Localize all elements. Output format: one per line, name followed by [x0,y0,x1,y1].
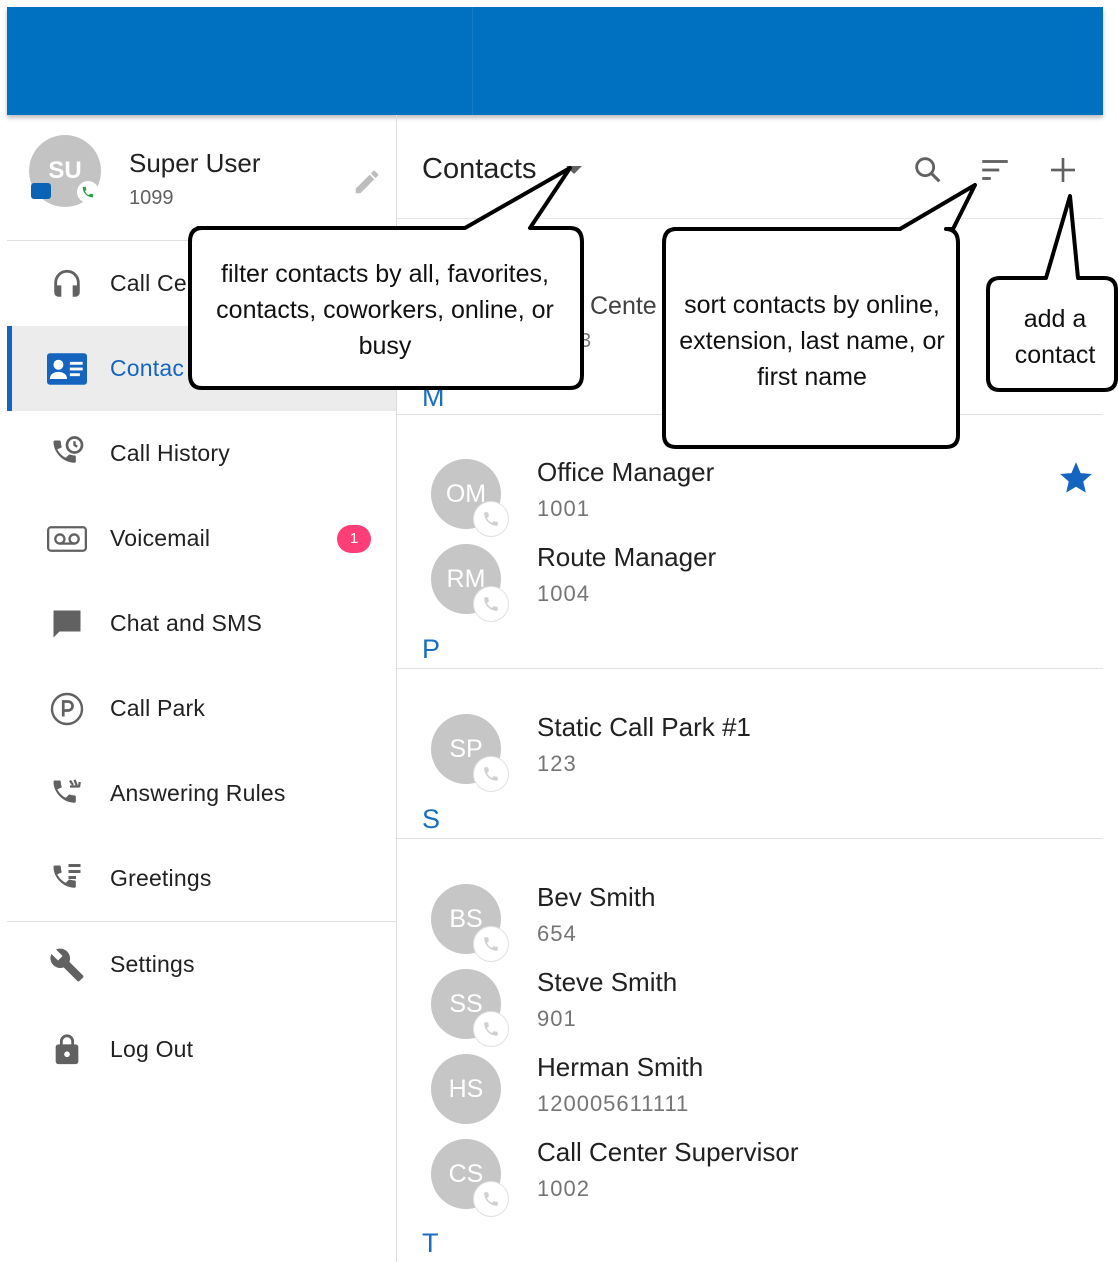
avatar: SU [29,135,101,207]
contact-row[interactable]: SS Steve Smith 901 [397,965,1103,1049]
app-top-bar [7,7,1103,115]
contact-extension: 654 [537,921,577,946]
sidebar-item-greetings[interactable]: Greetings [7,836,396,921]
sidebar-item-label: Chat and SMS [110,610,262,636]
sidebar-item-call-park[interactable]: Call Park [7,666,396,751]
sidebar-item-label: Call History [110,440,230,466]
sidebar-item-log-out[interactable]: Log Out [7,1007,396,1092]
contact-row[interactable]: OM Office Manager 1001 [397,455,1103,539]
contact-row[interactable]: SP Static Call Park #1 123 [397,710,1103,794]
greetings-icon [47,859,87,899]
add-callout-text: add a contact [1014,305,1096,369]
section-divider [397,838,1103,839]
answering-rules-icon [47,774,87,814]
section-letter-t: T [422,1228,439,1258]
phone-status-icon [77,181,99,203]
contact-row[interactable]: HS Herman Smith 120005611111 [397,1050,1103,1134]
profile-extension: 1099 [129,187,174,209]
contact-name: Bev Smith [537,882,656,912]
contact-extension: 120005611111 [537,1091,690,1116]
chat-status-icon [31,183,51,199]
sidebar-item-label: Log Out [110,1036,194,1062]
partial-contact-name: Cente [590,292,657,320]
sidebar-item-voicemail[interactable]: Voicemail 1 [7,496,396,581]
sidebar-item-label: Greetings [110,865,212,891]
contact-row[interactable]: RM Route Manager 1004 [397,540,1103,624]
phone-icon [473,586,509,622]
unread-badge: 1 [337,524,371,553]
avatar-initials: SU [48,157,82,184]
sidebar-item-label: Voicemail [110,525,211,551]
parking-icon [47,689,87,729]
section-letter-p: P [422,634,441,664]
phone-icon [473,1181,509,1217]
wrench-icon [47,945,87,985]
contact-row[interactable]: BS Bev Smith 654 [397,880,1103,964]
sidebar-item-chat-sms[interactable]: Chat and SMS [7,581,396,666]
plus-icon[interactable] [1043,150,1083,190]
contact-name: Static Call Park #1 [537,712,751,742]
contact-extension: 1001 [537,496,590,521]
phone-icon [473,1011,509,1047]
section-divider [397,668,1103,669]
favorite-star-icon[interactable] [1057,459,1095,497]
filter-callout-text: filter contacts by all, favorites, conta… [216,260,554,360]
contact-name: Steve Smith [537,967,678,997]
sidebar-item-label: Call Ce [110,270,187,296]
voicemail-icon [47,519,87,559]
sidebar-item-label: Contac [110,355,185,381]
sidebar-item-settings[interactable]: Settings [7,922,396,1007]
contact-avatar: HS [431,1054,501,1124]
sort-icon[interactable] [975,150,1015,190]
lock-icon [47,1030,87,1070]
contacts-card-icon [47,349,87,389]
phone-icon [473,926,509,962]
sidebar-item-label: Call Park [110,695,206,721]
contact-extension: 901 [537,1006,577,1031]
section-letter-s: S [422,804,441,834]
sidebar-item-label: Settings [110,951,195,977]
sidebar-item-call-history[interactable]: Call History [7,411,396,496]
contact-name: Route Manager [537,542,717,572]
contact-name: Call Center Supervisor [537,1137,799,1167]
contact-name: Office Manager [537,457,715,487]
contact-row[interactable]: CS Call Center Supervisor 1002 [397,1135,1103,1219]
phone-icon [473,501,509,537]
contact-extension: 1004 [537,581,590,606]
sidebar-item-answering-rules[interactable]: Answering Rules [7,751,396,836]
sort-callout-text: sort contacts by online, extension, last… [679,291,945,391]
headset-icon [47,264,87,304]
sidebar-item-label: Answering Rules [110,780,286,806]
contact-extension: 1002 [537,1176,590,1201]
call-history-icon [47,434,87,474]
contact-extension: 123 [537,751,577,776]
contact-name: Herman Smith [537,1052,704,1082]
chat-bubble-icon [47,604,87,644]
phone-icon [473,756,509,792]
